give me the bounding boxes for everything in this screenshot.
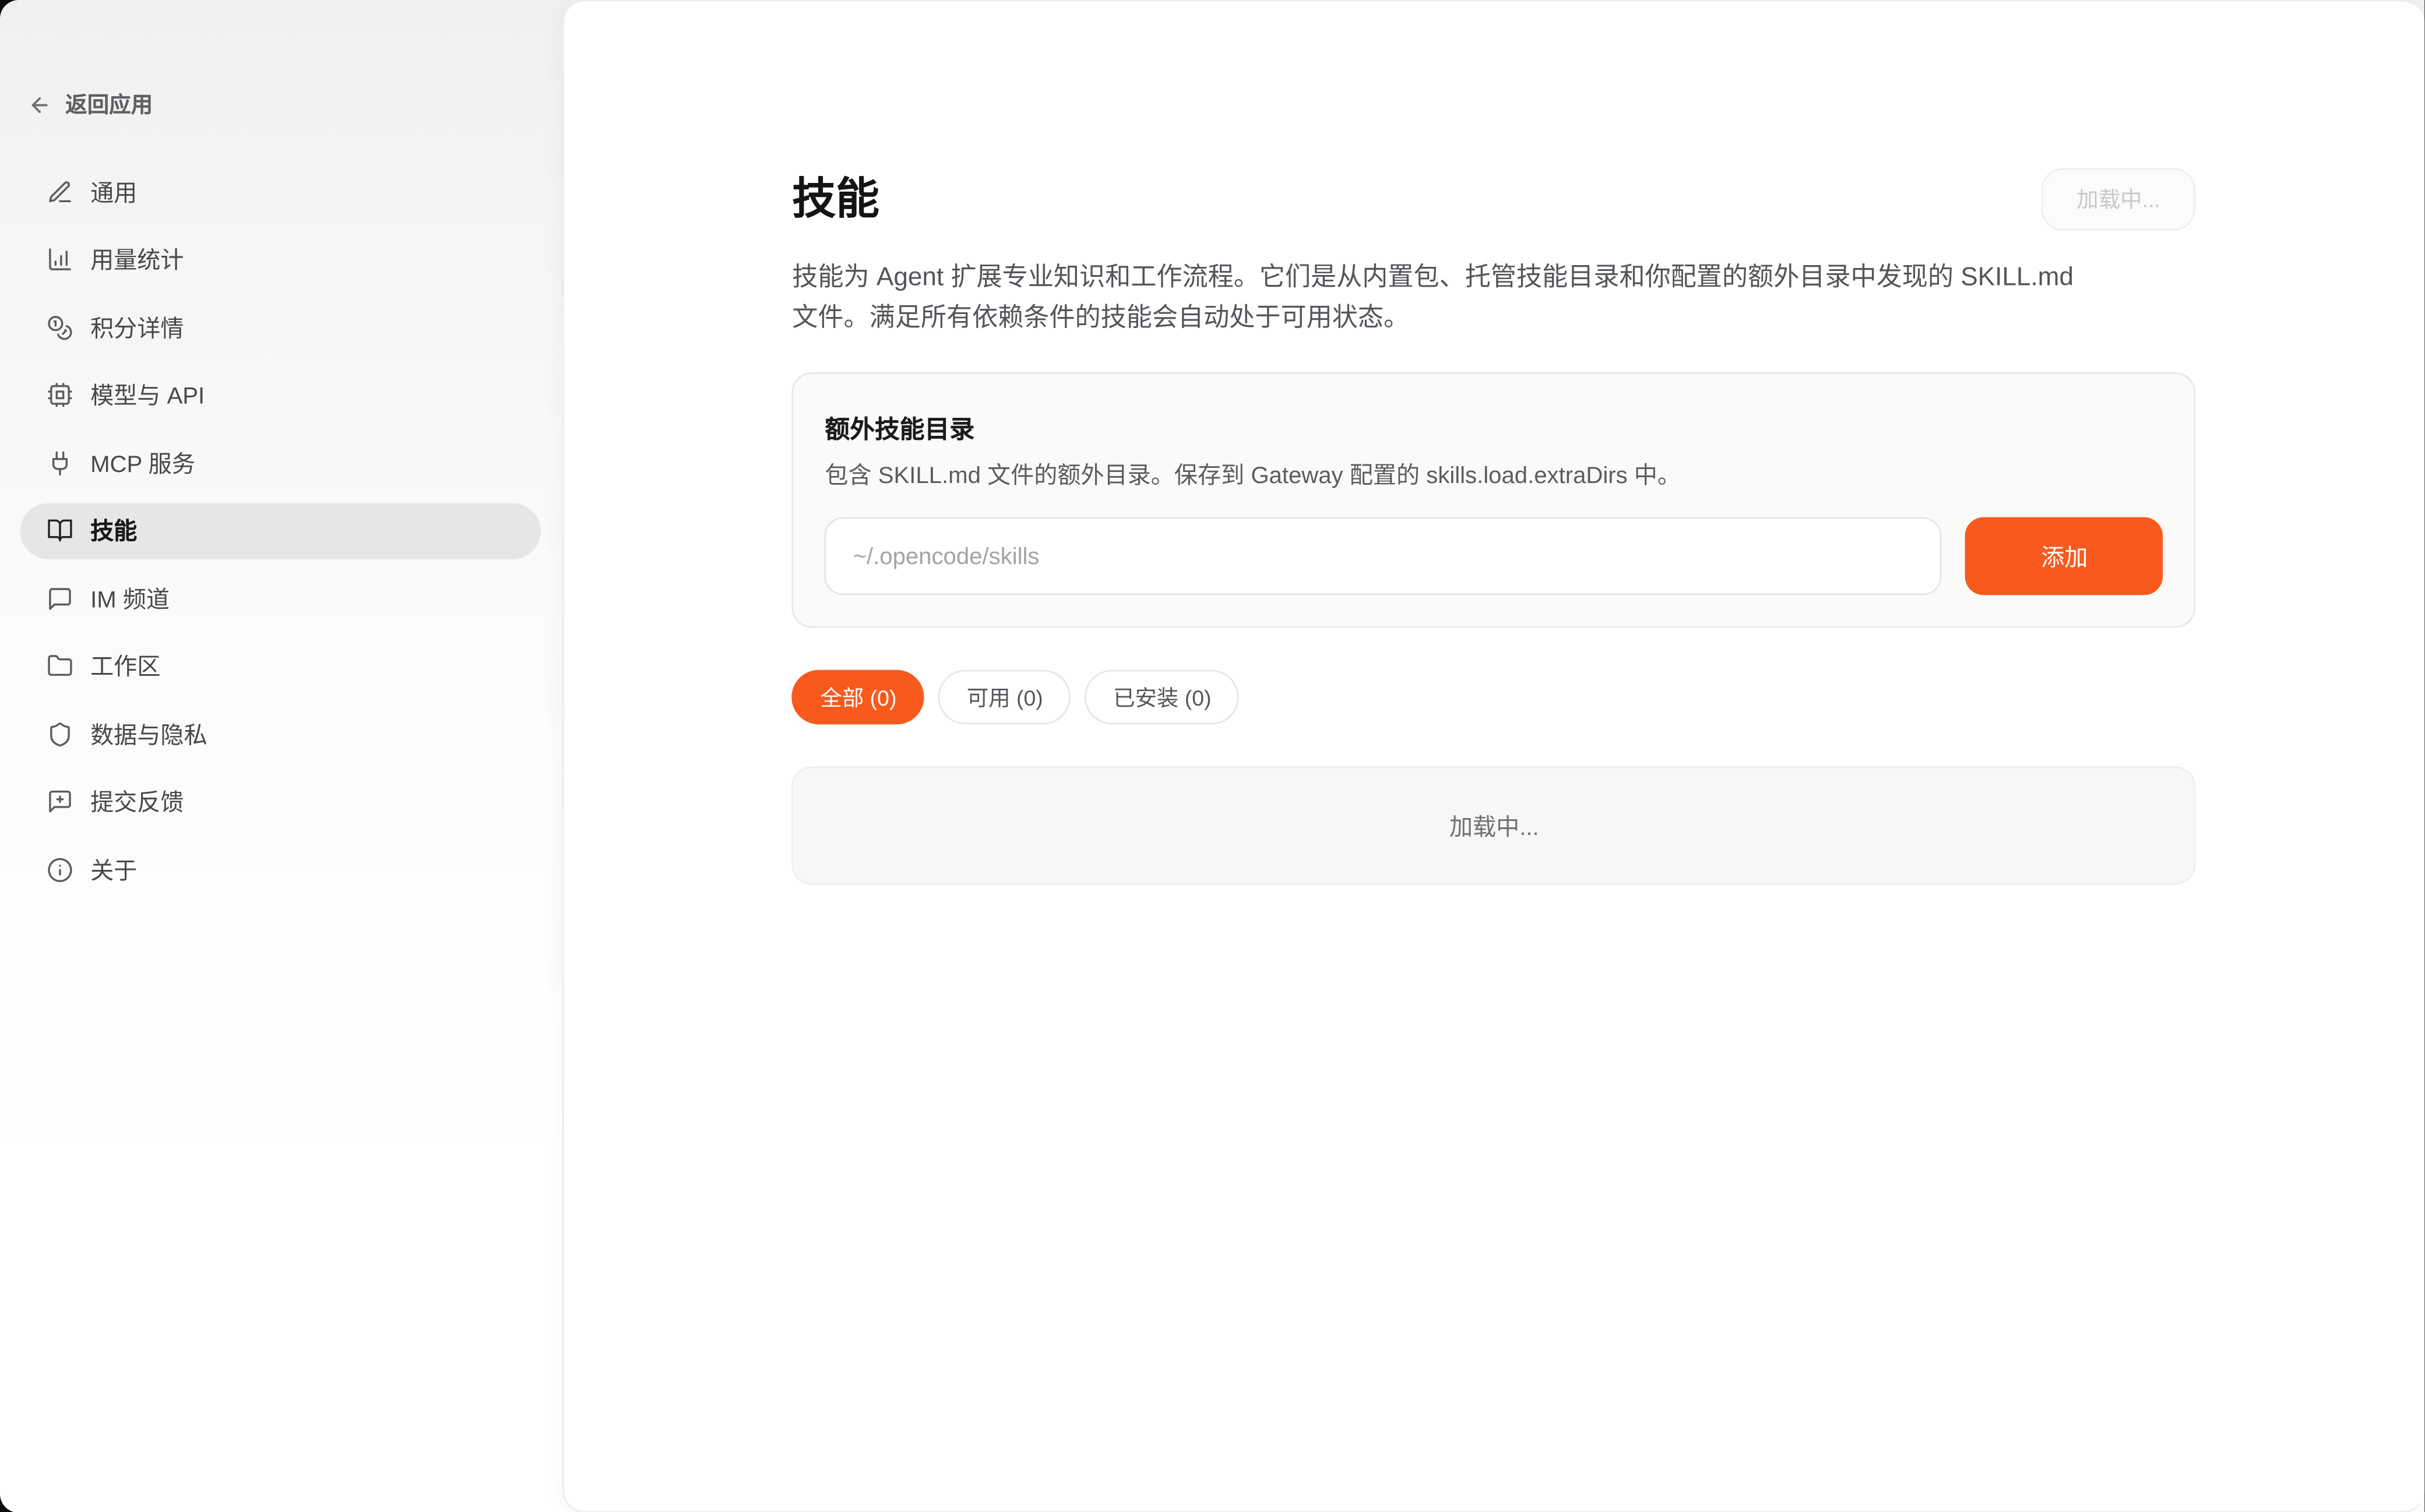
plug-icon	[47, 450, 73, 476]
sidebar-item-6[interactable]: 技能	[20, 502, 541, 559]
settings-panel: 技能 加载中... 技能为 Agent 扩展专业知识和工作流程。它们是从内置包、…	[562, 0, 2425, 1512]
back-to-app-label: 返回应用	[65, 89, 153, 119]
sidebar-item-5[interactable]: MCP 服务	[20, 435, 541, 492]
sidebar-item-2[interactable]: 用量统计	[20, 231, 541, 288]
sidebar-item-8[interactable]: 工作区	[20, 638, 541, 695]
sidebar-item-label: 模型与 API	[90, 379, 205, 411]
sidebar-item-label: 用量统计	[90, 244, 184, 276]
filter-tab-1[interactable]: 全部 (0)	[792, 670, 924, 725]
pencil-icon	[47, 179, 73, 205]
skill-filter-tabs: 全部 (0) 可用 (0) 已安装 (0)	[792, 670, 2196, 725]
sidebar-item-11[interactable]: 关于	[20, 841, 541, 898]
sidebar-item-label: MCP 服务	[90, 447, 195, 480]
page-title: 技能	[792, 176, 879, 223]
sidebar-nav: 通用用量统计积分详情模型与 API MCP 服务技能 IM 频道工作区数据与隐私提交…	[20, 164, 541, 909]
shield-icon	[47, 721, 73, 747]
extra-dir-input[interactable]	[825, 517, 1942, 595]
arrow-left-icon	[28, 93, 51, 116]
folder-icon	[47, 653, 73, 679]
loading-status-button[interactable]: 加载中...	[2041, 168, 2196, 231]
card-title: 额外技能目录	[825, 408, 2163, 446]
coins-icon	[47, 314, 73, 340]
book-open-icon	[47, 517, 73, 544]
card-description: 包含 SKILL.md 文件的额外目录。保存到 Gateway 配置的 skil…	[825, 460, 2163, 494]
loading-text: 加载中...	[1449, 809, 1539, 842]
message-square-plus-icon	[47, 789, 73, 815]
message-square-icon	[47, 586, 73, 612]
sidebar-item-7[interactable]: IM 频道	[20, 570, 541, 628]
info-icon	[47, 857, 73, 883]
sidebar-item-label: 技能	[90, 514, 137, 547]
sidebar-item-label: 工作区	[90, 650, 160, 683]
chart-column-icon	[47, 246, 73, 273]
sidebar-item-9[interactable]: 数据与隐私	[20, 706, 541, 763]
sidebar-item-1[interactable]: 通用	[20, 164, 541, 221]
skills-list-loading-panel: 加载中...	[792, 766, 2196, 884]
settings-sidebar: 返回应用 通用用量统计积分详情模型与 API MCP 服务技能 IM 频道工作区数据…	[0, 0, 562, 1512]
sidebar-item-label: 数据与隐私	[90, 718, 207, 750]
filter-tab-3[interactable]: 已安装 (0)	[1085, 670, 1240, 725]
sidebar-item-label: 通用	[90, 175, 137, 208]
sidebar-item-label: 关于	[90, 854, 137, 886]
skills-page: 技能 加载中... 技能为 Agent 扩展专业知识和工作流程。它们是从内置包、…	[792, 2, 2196, 885]
page-header: 技能 加载中...	[792, 168, 2196, 231]
filter-tab-2[interactable]: 可用 (0)	[939, 670, 1071, 725]
extra-dir-input-row: 添加	[825, 517, 2163, 595]
cpu-icon	[47, 382, 73, 408]
sidebar-item-label: 提交反馈	[90, 785, 184, 818]
sidebar-item-4[interactable]: 模型与 API	[20, 367, 541, 424]
page-description: 技能为 Agent 扩展专业知识和工作流程。它们是从内置包、托管技能目录和你配置…	[792, 259, 2101, 338]
extra-skill-dirs-card: 额外技能目录 包含 SKILL.md 文件的额外目录。保存到 Gateway 配…	[792, 372, 2196, 628]
sidebar-item-3[interactable]: 积分详情	[20, 299, 541, 356]
sidebar-item-label: 积分详情	[90, 311, 184, 344]
sidebar-item-10[interactable]: 提交反馈	[20, 773, 541, 830]
sidebar-item-label: IM 频道	[90, 582, 170, 615]
app-window: 返回应用 通用用量统计积分详情模型与 APIMCP 服务技能IM 频道工作区数据…	[0, 0, 2425, 1512]
add-dir-button[interactable]: 添加	[1966, 517, 2164, 595]
back-to-app-button[interactable]: 返回应用	[28, 89, 153, 119]
